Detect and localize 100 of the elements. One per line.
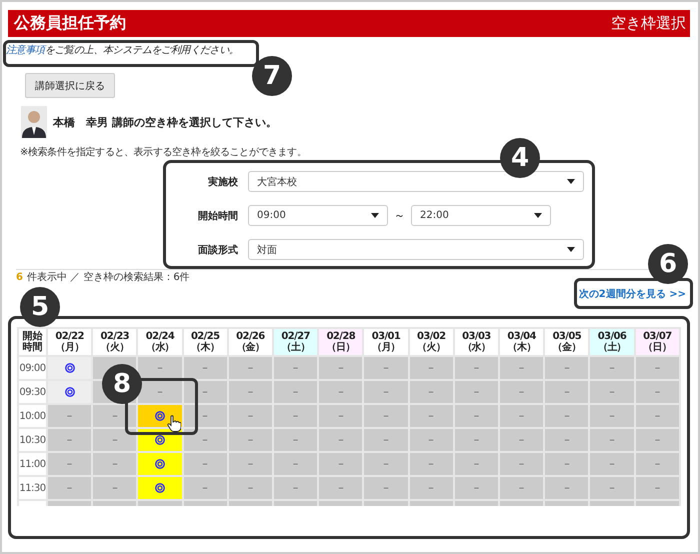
slot-cell: － xyxy=(318,356,364,380)
date-header: 02/28（日） xyxy=(318,328,364,356)
hint-text: ※検索条件を指定すると、表示する空き枠を絞ることができます。 xyxy=(20,146,306,159)
double-circle-icon xyxy=(64,388,75,400)
date-header: 02/27（土） xyxy=(273,328,318,356)
slot-cell: － xyxy=(273,452,318,476)
callout-badge: 7 xyxy=(252,56,292,96)
notice-text: 注意事項をご覧の上、本システムをご利用ください。 xyxy=(6,44,239,57)
slot-cell: － xyxy=(454,428,500,452)
date-header: 02/26（金） xyxy=(228,328,274,356)
slot-cell: － xyxy=(228,380,274,404)
slot-cell: － xyxy=(318,428,364,452)
date-header: 03/01（月） xyxy=(363,328,409,356)
dropdown[interactable]: 09:00 xyxy=(248,205,388,226)
slot-cell: － xyxy=(92,428,138,452)
date-header: 03/07（日） xyxy=(634,328,680,356)
filter-label: 面談形式 xyxy=(197,244,239,256)
caret-icon xyxy=(371,213,379,218)
date-header: 03/04（木） xyxy=(499,328,544,356)
slot-cell: － xyxy=(544,404,590,428)
slot-cell[interactable] xyxy=(137,476,183,500)
slot-cell: － xyxy=(182,476,228,500)
column-header: 開始時間 xyxy=(22,331,42,353)
slot-cell: － xyxy=(544,428,590,452)
slot-cell: － xyxy=(634,428,680,452)
slot-cell: － xyxy=(544,452,590,476)
avatar xyxy=(21,106,47,138)
callout-badge: 4 xyxy=(500,138,540,178)
result-text: 件表示中 ／ 空き枠の検索結果：6件 xyxy=(26,272,190,283)
date-header: 02/23（火） xyxy=(92,328,138,356)
dropdown[interactable]: 大宮本校 xyxy=(248,171,584,192)
slot-cell: － xyxy=(92,452,138,476)
slot-cell: － xyxy=(228,476,274,500)
slot-cell: － xyxy=(454,452,500,476)
slot-cell: － xyxy=(273,404,318,428)
slot-cell: － xyxy=(318,476,364,500)
slot-cell: － xyxy=(363,356,409,380)
slot-cell: － xyxy=(363,452,409,476)
slot-cell: － xyxy=(454,356,500,380)
double-circle-icon xyxy=(155,484,165,496)
slot-cell: － xyxy=(228,404,274,428)
slot-cell: － xyxy=(318,452,364,476)
slot-cell: － xyxy=(92,476,138,500)
date-header: 03/06（土） xyxy=(589,328,635,356)
page-title: 空き枠選択 xyxy=(611,14,686,33)
slot-cell: － xyxy=(228,356,274,380)
slot-cell: － xyxy=(454,476,500,500)
callout-badge: 5 xyxy=(20,287,60,327)
slot-cell: － xyxy=(228,452,274,476)
slot-cell[interactable] xyxy=(47,380,92,404)
slot-cell: － xyxy=(47,404,92,428)
range-separator: ～ xyxy=(394,208,405,223)
slot-cell: － xyxy=(544,380,590,404)
slot-cell: － xyxy=(47,428,92,452)
notice-link[interactable]: 注意事項 xyxy=(6,45,45,56)
slot-cell: － xyxy=(454,404,500,428)
slot-cell: － xyxy=(634,404,680,428)
slot-cell: － xyxy=(589,452,635,476)
slot-cell: － xyxy=(499,356,544,380)
time-cell: 10:30 xyxy=(18,428,47,452)
time-cell: 10:00 xyxy=(18,404,47,428)
slot-cell: － xyxy=(228,428,274,452)
slot-cell: － xyxy=(499,476,544,500)
slot-cell: － xyxy=(589,356,635,380)
slot-cell: － xyxy=(589,404,635,428)
slot-cell[interactable] xyxy=(47,356,92,380)
back-button[interactable]: 講師選択に戻る xyxy=(25,73,115,98)
date-header: 03/03（水） xyxy=(454,328,500,356)
slot-cell: － xyxy=(318,380,364,404)
slot-cell: － xyxy=(589,380,635,404)
filter-label: 実施校 xyxy=(207,175,239,188)
dropdown[interactable]: 22:00 xyxy=(411,205,551,226)
slot-cell: － xyxy=(408,404,454,428)
slot-cell: － xyxy=(273,380,318,404)
slot-cell: － xyxy=(634,380,680,404)
date-header: 02/25（木） xyxy=(182,328,228,356)
slot-cell: － xyxy=(589,428,635,452)
double-circle-icon xyxy=(64,364,75,376)
slot-cell: － xyxy=(273,428,318,452)
caret-icon xyxy=(534,213,542,218)
time-cell: 09:00 xyxy=(18,356,47,380)
slot-cell: － xyxy=(363,380,409,404)
date-header: 02/24（水） xyxy=(137,328,183,356)
date-header: 03/05（金） xyxy=(544,328,590,356)
date-header: 02/22（月） xyxy=(47,328,92,356)
slot-cell: － xyxy=(408,476,454,500)
app-title: 公務員担任予約 xyxy=(14,13,126,34)
result-count: 6 xyxy=(16,272,23,283)
slot-cell: － xyxy=(499,452,544,476)
callout-badge: 6 xyxy=(648,244,688,284)
slot-cell: － xyxy=(544,476,590,500)
slot-cell: － xyxy=(47,476,92,500)
slot-cell: － xyxy=(47,452,92,476)
next-weeks-link[interactable]: 次の2週間分を見る >> xyxy=(578,287,686,301)
slot-cell: － xyxy=(273,356,318,380)
dropdown[interactable]: 対面 xyxy=(248,239,584,260)
slot-cell[interactable] xyxy=(137,452,183,476)
slot-cell: － xyxy=(499,404,544,428)
slot-cell: － xyxy=(182,356,228,380)
double-circle-icon xyxy=(155,436,165,448)
